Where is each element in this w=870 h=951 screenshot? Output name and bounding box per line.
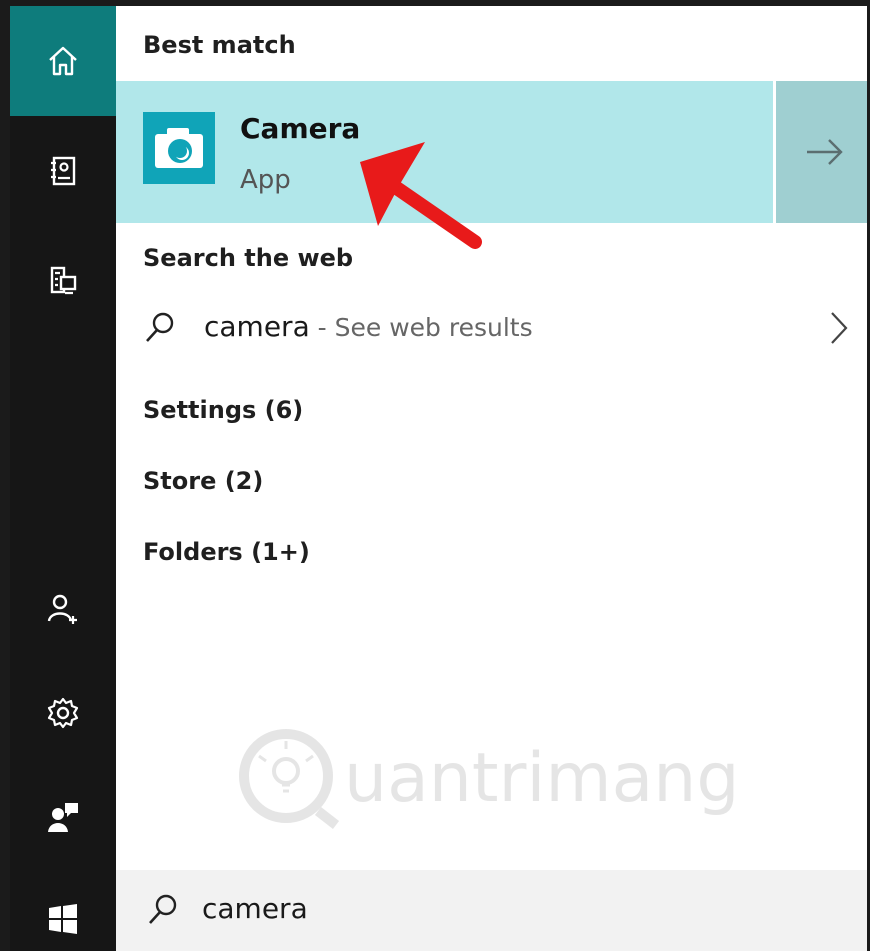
web-result-text: camera - See web results <box>204 310 533 343</box>
best-match-subtitle: App <box>240 165 291 195</box>
camera-app-tile <box>143 112 215 184</box>
home-icon <box>49 46 77 76</box>
best-match-heading: Best match <box>143 31 296 59</box>
chevron-right-icon <box>831 312 848 344</box>
gear-icon <box>47 697 79 729</box>
open-details-button[interactable] <box>776 81 867 223</box>
search-icon <box>146 312 174 342</box>
camera-icon <box>155 128 203 168</box>
search-bar <box>116 870 867 951</box>
category-folders[interactable]: Folders (1+) <box>143 538 310 566</box>
notebook-button[interactable] <box>10 116 116 226</box>
add-user-icon <box>47 594 77 624</box>
web-query: camera <box>204 310 310 343</box>
search-window: Best match Camera App Search the web cam… <box>0 0 870 951</box>
account-button[interactable] <box>10 554 116 664</box>
results-panel: Best match Camera App Search the web cam… <box>116 6 867 951</box>
web-result-item[interactable]: camera - See web results <box>116 294 867 364</box>
web-heading: Search the web <box>143 244 354 272</box>
feedback-icon <box>48 803 78 832</box>
best-match-item[interactable]: Camera App <box>116 81 773 223</box>
best-match-title: Camera <box>240 112 361 145</box>
category-store[interactable]: Store (2) <box>143 467 263 495</box>
home-button[interactable] <box>10 6 116 116</box>
feedback-button[interactable] <box>10 762 116 872</box>
notebook-icon <box>51 156 76 186</box>
arrow-right-icon <box>806 139 843 165</box>
web-separator: - <box>309 313 335 342</box>
windows-icon <box>49 904 77 934</box>
settings-button[interactable] <box>10 658 116 768</box>
search-input[interactable] <box>202 884 702 932</box>
category-settings[interactable]: Settings (6) <box>143 396 303 424</box>
web-hint: See web results <box>334 313 533 342</box>
sidebar <box>10 6 116 951</box>
start-button[interactable] <box>10 864 116 951</box>
svg-text:uantrimang: uantrimang <box>344 739 740 818</box>
search-icon <box>149 894 177 924</box>
devices-button[interactable] <box>10 226 116 336</box>
watermark-logo: uantrimang <box>239 729 740 829</box>
devices-icon <box>50 266 77 295</box>
